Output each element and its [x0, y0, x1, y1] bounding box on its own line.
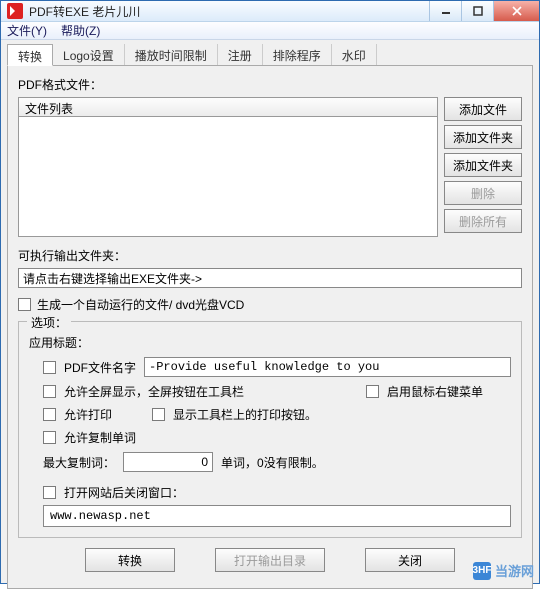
- closeafter-row: 打开网站后关闭窗口：: [43, 484, 511, 501]
- show-print-checkbox[interactable]: [152, 408, 165, 421]
- titlebar: PDF转EXE 老片儿川: [1, 1, 539, 22]
- tab-exclude[interactable]: 排除程序: [263, 44, 332, 65]
- app-window: PDF转EXE 老片儿川 文件(Y) 帮助(Z) 转换 Logo设置 播放时间限…: [0, 0, 540, 584]
- closeafter-checkbox[interactable]: [43, 486, 56, 499]
- fullscreen-row: 允许全屏显示，全屏按钮在工具栏 启用鼠标右键菜单: [43, 383, 511, 400]
- tab-register[interactable]: 注册: [218, 44, 263, 65]
- print-label: 允许打印: [64, 406, 112, 423]
- maxcopy-input[interactable]: [123, 452, 213, 472]
- url-input[interactable]: www.newasp.net: [43, 505, 511, 527]
- delete-button[interactable]: 删除: [444, 181, 522, 205]
- pdf-name-checkbox[interactable]: [43, 361, 56, 374]
- pdf-name-label: PDF文件名字: [64, 359, 136, 376]
- window-buttons: [429, 1, 539, 21]
- add-folder-button-1[interactable]: 添加文件夹: [444, 125, 522, 149]
- options-group-title: 选项：: [27, 314, 71, 331]
- closeafter-label: 打开网站后关闭窗口：: [64, 484, 184, 501]
- tabstrip: 转换 Logo设置 播放时间限制 注册 排除程序 水印: [7, 44, 533, 66]
- maxcopy-suffix: 单词，0没有限制。: [221, 454, 324, 471]
- pdf-section-label: PDF格式文件：: [18, 76, 522, 93]
- tab-timelimit[interactable]: 播放时间限制: [125, 44, 218, 65]
- tab-logo[interactable]: Logo设置: [53, 44, 125, 65]
- menu-help[interactable]: 帮助(Z): [61, 22, 100, 39]
- copy-checkbox[interactable]: [43, 431, 56, 444]
- minimize-button[interactable]: [429, 1, 461, 21]
- window-title: PDF转EXE 老片儿川: [29, 3, 429, 20]
- autorun-checkbox[interactable]: [18, 298, 31, 311]
- copy-row: 允许复制单词: [43, 429, 511, 446]
- maximize-button[interactable]: [461, 1, 493, 21]
- fullscreen-label: 允许全屏显示，全屏按钮在工具栏: [64, 383, 244, 400]
- file-list-header[interactable]: 文件列表: [18, 97, 438, 117]
- menubar: 文件(Y) 帮助(Z): [1, 22, 539, 40]
- tab-watermark[interactable]: 水印: [332, 44, 377, 65]
- copy-label: 允许复制单词: [64, 429, 136, 446]
- bottom-bar: 转换 打开输出目录 关闭: [18, 538, 522, 578]
- file-list: 文件列表: [18, 97, 438, 237]
- show-print-label: 显示工具栏上的打印按钮。: [173, 406, 317, 423]
- open-output-dir-button[interactable]: 打开输出目录: [215, 548, 325, 572]
- page-watermark: 3HF 当游网: [473, 561, 534, 580]
- file-list-body[interactable]: [18, 117, 438, 237]
- print-row: 允许打印 显示工具栏上的打印按钮。: [43, 406, 511, 423]
- app-icon: [7, 3, 23, 19]
- delete-all-button[interactable]: 删除所有: [444, 209, 522, 233]
- watermark-text: 当游网: [495, 561, 534, 580]
- autorun-label: 生成一个自动运行的文件/ dvd光盘VCD: [37, 296, 244, 313]
- output-folder-input[interactable]: [18, 268, 522, 288]
- file-side-buttons: 添加文件 添加文件夹 添加文件夹 删除 删除所有: [444, 97, 522, 237]
- convert-button[interactable]: 转换: [85, 548, 175, 572]
- app-title-label: 应用标题：: [29, 334, 89, 351]
- rightclick-checkbox[interactable]: [366, 385, 379, 398]
- rightclick-label: 启用鼠标右键菜单: [387, 383, 483, 400]
- app-title-row: 应用标题：: [29, 334, 511, 351]
- print-checkbox[interactable]: [43, 408, 56, 421]
- tab-convert[interactable]: 转换: [7, 44, 53, 66]
- watermark-logo-icon: 3HF: [473, 562, 491, 580]
- pdf-name-input[interactable]: [144, 357, 511, 377]
- close-button[interactable]: [493, 1, 539, 21]
- tabpage-convert: PDF格式文件： 文件列表 添加文件 添加文件夹 添加文件夹 删除 删除所有 可…: [7, 66, 533, 589]
- maxcopy-label: 最大复制词：: [43, 454, 115, 471]
- maxcopy-row: 最大复制词： 单词，0没有限制。: [43, 452, 511, 472]
- fullscreen-checkbox[interactable]: [43, 385, 56, 398]
- menu-file[interactable]: 文件(Y): [7, 22, 47, 39]
- close-app-button[interactable]: 关闭: [365, 548, 455, 572]
- file-area: 文件列表 添加文件 添加文件夹 添加文件夹 删除 删除所有: [18, 97, 522, 237]
- add-file-button[interactable]: 添加文件: [444, 97, 522, 121]
- autorun-row: 生成一个自动运行的文件/ dvd光盘VCD: [18, 296, 522, 313]
- options-group: 选项： 应用标题： PDF文件名字 允许全屏显示，全屏按钮在工具栏 启用鼠标右键…: [18, 321, 522, 538]
- pdf-name-row: PDF文件名字: [43, 357, 511, 377]
- output-label: 可执行输出文件夹：: [18, 247, 522, 264]
- add-folder-button-2[interactable]: 添加文件夹: [444, 153, 522, 177]
- client-area: 转换 Logo设置 播放时间限制 注册 排除程序 水印 PDF格式文件： 文件列…: [1, 40, 539, 595]
